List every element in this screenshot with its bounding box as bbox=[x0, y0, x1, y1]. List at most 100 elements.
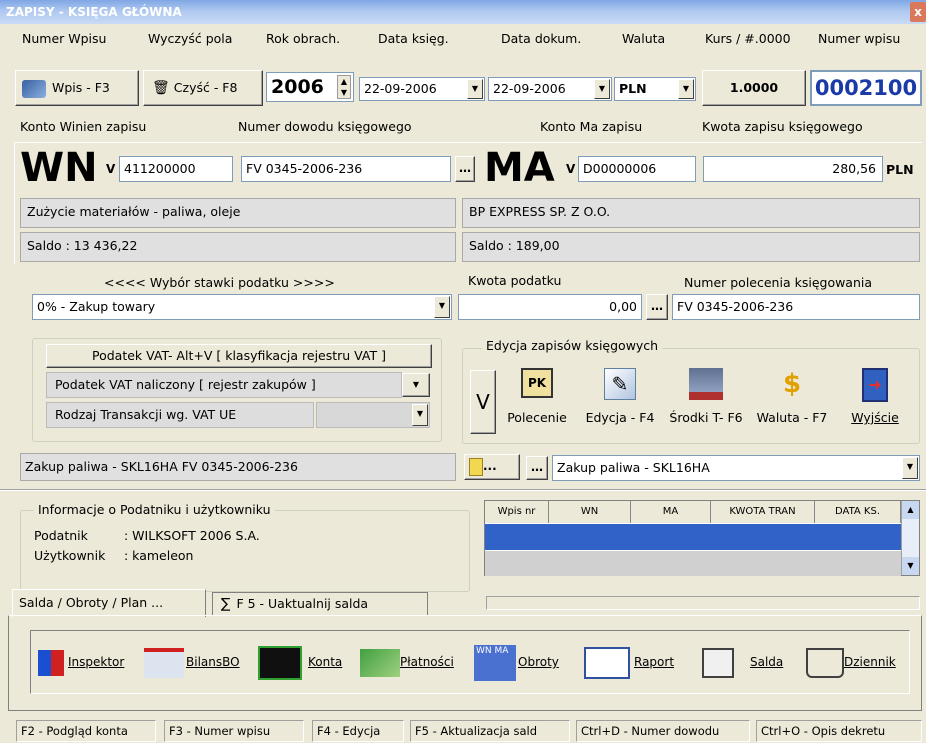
edycja-v-button[interactable]: V bbox=[470, 370, 496, 434]
window-title: ZAPISY - KSIĘGA GŁÓWNA bbox=[6, 5, 182, 19]
opis-dots-button[interactable]: … bbox=[526, 456, 548, 480]
wpis-button[interactable]: Wpis - F3 bbox=[15, 70, 139, 106]
spinner-icon[interactable]: ▲ ▼ bbox=[337, 75, 351, 99]
entries-grid[interactable]: Wpis nr WN MA KWOTA TRAN DATA KS. ▲ ▼ bbox=[484, 500, 920, 576]
uzytkownik-value: : kameleon bbox=[124, 548, 194, 563]
chevron-down-icon: ▼ bbox=[594, 79, 610, 99]
status-bar: F2 - Podgląd konta F3 - Numer wpisu F4 -… bbox=[0, 718, 926, 743]
dowod-dots-button[interactable]: … bbox=[455, 156, 475, 182]
czysc-button[interactable]: 🗑 Czyść - F8 bbox=[143, 70, 263, 106]
pk-document-icon: PK bbox=[521, 368, 553, 398]
vat-rejestr-dropdown[interactable]: ▼ bbox=[402, 373, 430, 397]
podatek-dots-button[interactable]: … bbox=[646, 294, 668, 320]
bilans-icon bbox=[144, 647, 184, 678]
status-ctrl-o: Ctrl+O - Opis dekretu bbox=[756, 720, 922, 742]
edit-pencil-icon: ✎ bbox=[604, 368, 636, 400]
chevron-down-icon: ▼ bbox=[902, 457, 918, 479]
grid-header[interactable]: MA bbox=[631, 501, 711, 523]
label-konto-ma: Konto Ma zapisu bbox=[540, 119, 643, 134]
konta-icon bbox=[258, 645, 302, 680]
tab-uaktualnij[interactable]: ∑ F 5 - Uaktualnij salda bbox=[212, 592, 428, 616]
chevron-down-icon: ▼ bbox=[412, 404, 428, 426]
table-row[interactable] bbox=[485, 550, 901, 576]
status-f5: F5 - Aktualizacja sald bbox=[410, 720, 570, 742]
status-f2: F2 - Podgląd konta bbox=[16, 720, 156, 742]
edycja-group-title: Edycja zapisów księgowych bbox=[482, 338, 663, 353]
building-car-icon bbox=[689, 368, 723, 400]
rok-spinner[interactable]: 2006 ▲ ▼ bbox=[266, 72, 354, 102]
status-f3: F3 - Numer wpisu bbox=[164, 720, 304, 742]
bilansbo-button[interactable]: BilansBO bbox=[144, 642, 240, 682]
edycja-button[interactable]: ✎ Edycja - F4 bbox=[578, 366, 662, 436]
kurs-button[interactable]: 1.0000 bbox=[702, 70, 806, 106]
tab-salda[interactable]: Salda / Obroty / Plan ... bbox=[12, 589, 206, 617]
label-data-ksieg: Data księg. bbox=[378, 31, 449, 46]
platnosci-button[interactable]: Płatności bbox=[360, 642, 454, 682]
ma-v-label[interactable]: V bbox=[566, 162, 575, 176]
sigma-icon: ∑ bbox=[221, 596, 231, 612]
scroll-up-icon[interactable]: ▲ bbox=[902, 501, 919, 519]
money-icon bbox=[360, 648, 400, 677]
label-data-dokum: Data dokum. bbox=[501, 31, 582, 46]
data-dokum-select[interactable]: 22-09-2006 ▼ bbox=[488, 77, 612, 101]
grid-scrollbar[interactable]: ▲ ▼ bbox=[901, 501, 919, 575]
wn-saldo: Saldo : 13 436,22 bbox=[20, 232, 456, 262]
open-book-icon bbox=[806, 647, 844, 678]
progress-bar bbox=[486, 596, 920, 610]
srodki-button[interactable]: Środki T- F6 bbox=[662, 366, 750, 436]
separator bbox=[0, 489, 926, 491]
ma-title: MA bbox=[484, 145, 555, 191]
notes-button[interactable]: ... bbox=[464, 454, 520, 480]
inspector-icon bbox=[38, 649, 64, 676]
wn-v-label[interactable]: V bbox=[106, 162, 115, 176]
vat-rejestr-label: Podatek VAT naliczony [ rejestr zakupów … bbox=[46, 372, 402, 398]
raport-button[interactable]: Raport bbox=[584, 642, 674, 682]
chevron-down-icon: ▼ bbox=[678, 79, 694, 99]
label-numer-wpisu: Numer Wpisu bbox=[22, 31, 107, 46]
status-f4: F4 - Edycja bbox=[312, 720, 404, 742]
main-window: ZAPISY - KSIĘGA GŁÓWNA x Numer Wpisu Wyc… bbox=[0, 0, 926, 743]
kwota-waluta: PLN bbox=[886, 162, 914, 177]
opis-combo[interactable]: Zakup paliwa - SKL16HA ▼ bbox=[552, 455, 920, 481]
dziennik-button[interactable]: Dziennik bbox=[806, 642, 896, 682]
podatnik-value: : WILKSOFT 2006 S.A. bbox=[124, 528, 260, 543]
wn-opis: Zużycie materiałów - paliwa, oleje bbox=[20, 198, 456, 228]
books-icon bbox=[22, 79, 46, 98]
chevron-down-icon: ▼ bbox=[412, 380, 420, 389]
salda-button[interactable]: Salda bbox=[702, 642, 783, 682]
close-button[interactable]: x bbox=[910, 2, 926, 22]
wn-konto-input[interactable]: 411200000 bbox=[119, 156, 233, 182]
ma-konto-input[interactable]: D00000006 bbox=[578, 156, 696, 182]
wyjscie-button[interactable]: ➜ Wyjście bbox=[836, 366, 914, 436]
konta-button[interactable]: Konta bbox=[258, 642, 342, 682]
polecenie-input[interactable]: FV 0345-2006-236 bbox=[672, 294, 920, 320]
grid-header[interactable]: Wpis nr bbox=[485, 501, 549, 523]
kwota-podatku-input[interactable]: 0,00 bbox=[458, 294, 642, 320]
label-kwota: Kwota zapisu księgowego bbox=[702, 119, 863, 134]
grid-header[interactable]: KWOTA TRAN bbox=[711, 501, 815, 523]
waluta-select[interactable]: PLN ▼ bbox=[614, 77, 696, 101]
polecenie-button[interactable]: PK Polecenie bbox=[500, 366, 574, 436]
grid-header[interactable]: DATA KS. bbox=[815, 501, 901, 523]
obroty-button[interactable]: WN MAObroty bbox=[474, 642, 559, 682]
notepad-icon bbox=[469, 457, 483, 476]
waluta-button[interactable]: $ Waluta - F7 bbox=[752, 366, 832, 436]
table-row[interactable] bbox=[485, 523, 901, 550]
opis-tresc: Zakup paliwa - SKL16HA FV 0345-2006-236 bbox=[20, 453, 456, 481]
vat-group-title[interactable]: Podatek VAT- Alt+V [ klasyfikacja rejest… bbox=[46, 344, 432, 368]
label-wyczysc: Wyczyść pola bbox=[148, 31, 233, 46]
label-waluta: Waluta bbox=[622, 31, 666, 46]
scroll-down-icon[interactable]: ▼ bbox=[902, 557, 919, 575]
chevron-down-icon: ▼ bbox=[434, 296, 450, 318]
vat-rodzaj-select[interactable]: ▼ bbox=[316, 402, 430, 428]
kwota-input[interactable]: 280,56 bbox=[703, 156, 883, 182]
podatnik-label: Podatnik bbox=[34, 528, 88, 543]
currency-dollar-icon: $ bbox=[782, 369, 802, 399]
label-numer-wpisu-2: Numer wpisu bbox=[818, 31, 901, 46]
data-ksieg-select[interactable]: 22-09-2006 ▼ bbox=[359, 77, 485, 101]
inspektor-button[interactable]: Inspektor bbox=[38, 642, 124, 682]
grid-header[interactable]: WN bbox=[549, 501, 631, 523]
stawka-select[interactable]: 0% - Zakup towary ▼ bbox=[32, 294, 452, 320]
dowod-input[interactable]: FV 0345-2006-236 bbox=[241, 156, 451, 182]
title-bar: ZAPISY - KSIĘGA GŁÓWNA bbox=[0, 0, 926, 24]
